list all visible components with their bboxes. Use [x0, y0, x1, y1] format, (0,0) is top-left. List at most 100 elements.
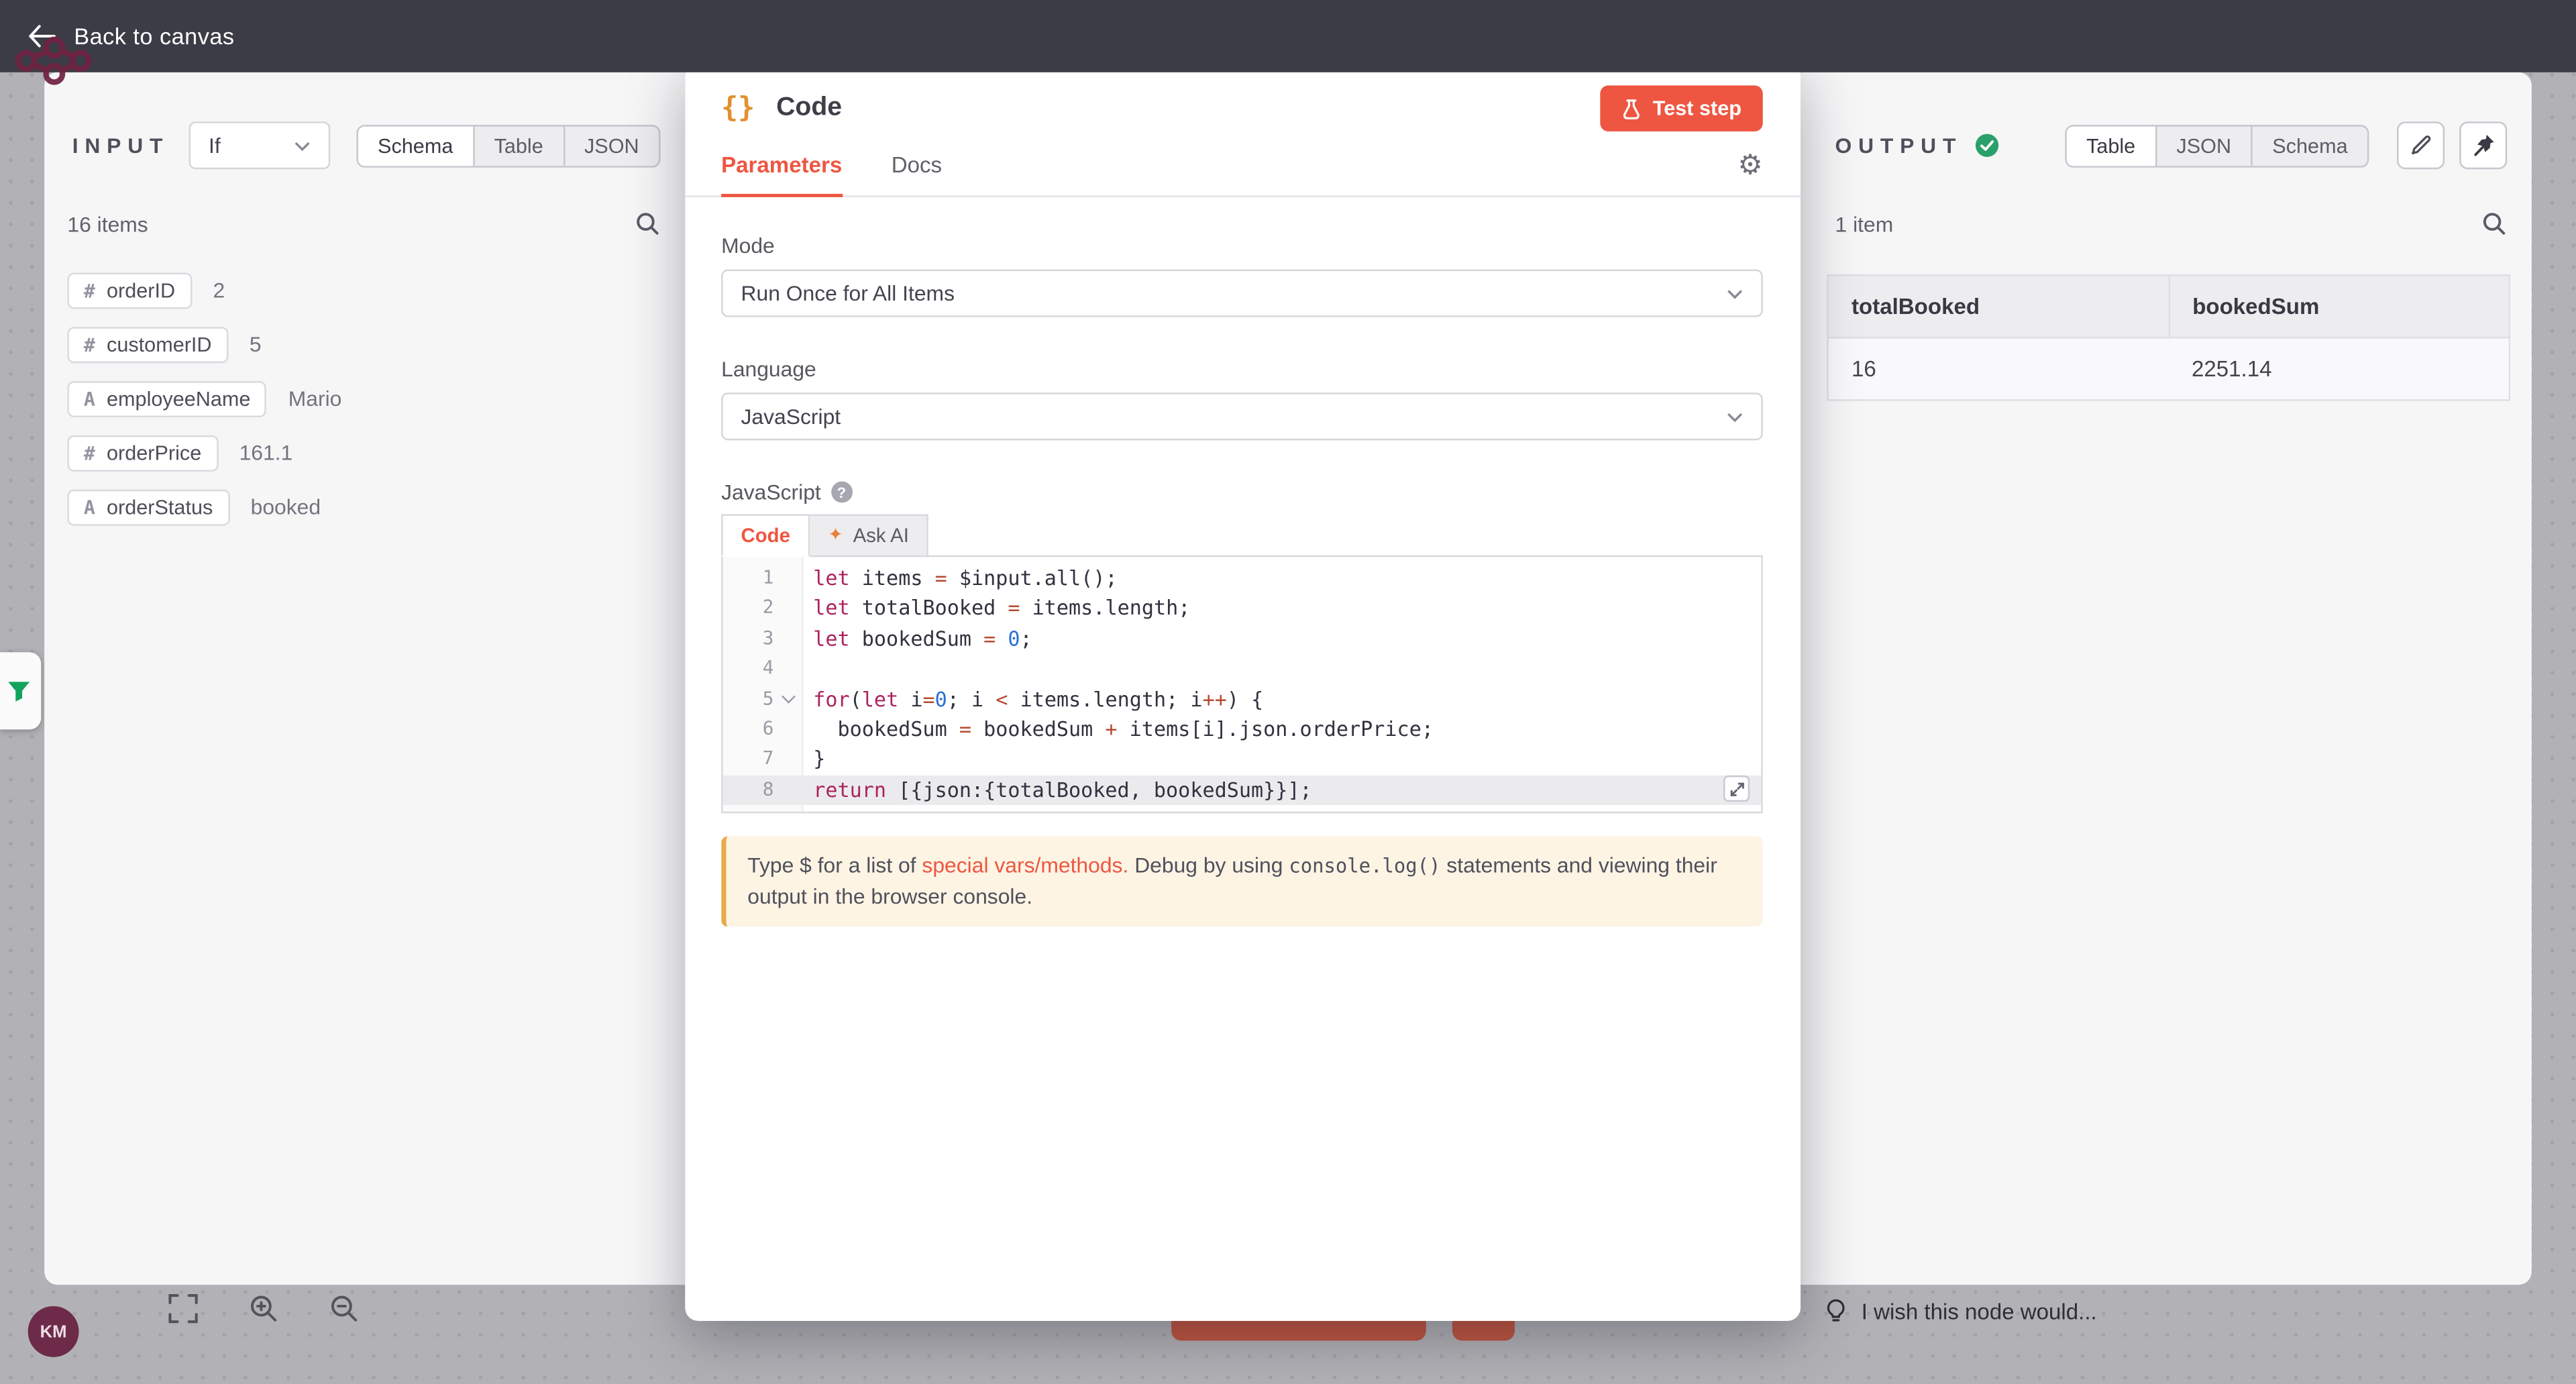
wish-label: I wish this node would... [1862, 1299, 2097, 1324]
javascript-label: JavaScript [721, 480, 1763, 504]
help-icon[interactable] [830, 482, 852, 503]
schema-field-row[interactable]: #customerID5 [67, 325, 662, 363]
zoom-out-icon [329, 1293, 360, 1324]
expand-icon [1729, 782, 1744, 796]
node-tabs: Parameters Docs [685, 135, 1801, 197]
filter-icon [7, 678, 32, 703]
input-tab-json[interactable]: JSON [563, 125, 659, 165]
code-line-2[interactable]: 2let totalBooked = items.length; [723, 594, 1762, 624]
flask-icon [1621, 98, 1641, 119]
output-table-cell: 2251.14 [2169, 337, 2509, 399]
input-source-select[interactable]: If [189, 121, 331, 169]
pencil-icon [2408, 133, 2433, 158]
input-view-tabs: Schema Table JSON [356, 124, 660, 167]
success-check-icon [1976, 133, 2000, 158]
code-editor-tabs: Code Ask AI [721, 515, 1763, 557]
pin-icon [2472, 133, 2495, 158]
code-node-icon: {} [721, 92, 755, 125]
avatar[interactable]: KM [28, 1306, 79, 1357]
code-line-7[interactable]: 7} [723, 745, 1762, 775]
code-line-4[interactable]: 4 [723, 654, 1762, 684]
input-tab-schema[interactable]: Schema [358, 125, 473, 165]
code-editor[interactable]: 1let items = $input.all();2let totalBook… [721, 555, 1763, 814]
input-count-row: 16 items [67, 210, 660, 236]
language-value: JavaScript [741, 404, 841, 429]
hint-code-snippet: console.log() [1289, 855, 1440, 877]
language-select[interactable]: JavaScript [721, 392, 1763, 440]
expand-editor-button[interactable] [1723, 776, 1750, 802]
search-icon [634, 210, 660, 236]
tab-ask-ai[interactable]: Ask AI [810, 515, 928, 557]
gear-icon[interactable] [1737, 151, 1762, 179]
code-line-3[interactable]: 3let bookedSum = 0; [723, 624, 1762, 654]
input-items-count: 16 items [67, 211, 148, 236]
code-line-1[interactable]: 1let items = $input.all(); [723, 564, 1762, 594]
input-tab-table[interactable]: Table [473, 125, 563, 165]
input-panel: INPUT If Schema Table JSON 16 items #ord… [44, 72, 685, 1285]
ndv-screen: KM I wish this node would... Back to can… [0, 0, 2576, 1384]
output-table: totalBookedbookedSum 162251.14 [1827, 274, 2510, 401]
pin-data-button[interactable] [2459, 121, 2507, 169]
tab-docs[interactable]: Docs [892, 135, 942, 196]
schema-field-row[interactable]: #orderPrice161.1 [67, 434, 662, 472]
javascript-label-text: JavaScript [721, 480, 821, 504]
chevron-down-icon [1727, 411, 1743, 421]
output-title: OUTPUT [1835, 133, 1963, 158]
output-table-row[interactable]: 162251.14 [1829, 337, 2509, 399]
mode-field: Mode Run Once for All Items [721, 233, 1763, 317]
schema-field-list: #orderID2 #customerID5 AemployeeNameMario #… [67, 271, 662, 526]
input-panel-header: INPUT If Schema Table JSON [72, 121, 661, 169]
output-table-body: 162251.14 [1829, 337, 2509, 399]
mode-label: Mode [721, 233, 1763, 258]
output-table-head-row: totalBookedbookedSum [1829, 276, 2509, 337]
schema-field-row[interactable]: AemployeeNameMario [67, 380, 662, 417]
node-title[interactable]: Code [776, 94, 842, 123]
output-panel: OUTPUT Table JSON Schema 1 item tota [1801, 72, 2532, 1285]
ask-ai-label: Ask AI [853, 524, 909, 547]
code-line-6[interactable]: 6 bookedSum = bookedSum + items[i].json.… [723, 714, 1762, 745]
zoom-fit-button[interactable] [166, 1291, 200, 1326]
output-tab-schema[interactable]: Schema [2251, 125, 2367, 165]
hint-text: Type $ for a list of [747, 853, 922, 877]
input-source-value: If [209, 133, 221, 158]
edit-output-button[interactable] [2397, 121, 2445, 169]
zoom-in-icon [248, 1293, 280, 1324]
output-search-button[interactable] [2481, 210, 2507, 236]
hint-text: Debug by using [1128, 853, 1289, 877]
tab-parameters[interactable]: Parameters [721, 135, 842, 196]
output-view-tabs: Table JSON Schema [2065, 124, 2369, 167]
language-label: Language [721, 356, 1763, 381]
output-tab-table[interactable]: Table [2067, 125, 2155, 165]
node-settings-modal: {} Code Test step Parameters Docs Mode R… [685, 62, 1801, 1321]
input-search-button[interactable] [634, 210, 660, 236]
chevron-down-icon [1727, 288, 1743, 299]
language-field: Language JavaScript [721, 356, 1763, 440]
editor-hint: Type $ for a list of special vars/method… [721, 837, 1763, 926]
output-count-row: 1 item [1835, 210, 2508, 236]
code-line-8[interactable]: 8return [{json:{totalBooked, bookedSum}}… [723, 775, 1762, 805]
node-header: {} Code Test step [685, 62, 1801, 135]
code-line-5[interactable]: 5for(let i=0; i < items.length; i++) { [723, 684, 1762, 714]
fit-view-icon [168, 1293, 199, 1324]
test-step-label: Test step [1653, 97, 1741, 119]
output-table-cell: 16 [1829, 337, 2169, 399]
sparkle-icon [828, 527, 843, 545]
tab-code[interactable]: Code [721, 515, 810, 557]
zoom-in-button[interactable] [246, 1291, 280, 1326]
output-tab-json[interactable]: JSON [2155, 125, 2251, 165]
zoom-out-button[interactable] [327, 1291, 361, 1326]
test-step-button[interactable]: Test step [1600, 85, 1762, 131]
canvas-node-if[interactable] [0, 652, 41, 729]
output-panel-header: OUTPUT Table JSON Schema [1829, 121, 2507, 169]
mode-value: Run Once for All Items [741, 281, 955, 306]
schema-field-row[interactable]: #orderID2 [67, 271, 662, 309]
special-vars-link[interactable]: special vars/methods. [922, 853, 1128, 877]
lightbulb-icon [1823, 1298, 1848, 1324]
output-col-header: totalBooked [1829, 276, 2169, 337]
schema-field-row[interactable]: AorderStatusbooked [67, 488, 662, 525]
search-icon [2481, 210, 2507, 236]
input-title: INPUT [72, 133, 169, 158]
back-to-canvas-link[interactable]: Back to canvas [74, 23, 234, 49]
mode-select[interactable]: Run Once for All Items [721, 270, 1763, 317]
wish-feedback-link[interactable]: I wish this node would... [1823, 1298, 2096, 1324]
